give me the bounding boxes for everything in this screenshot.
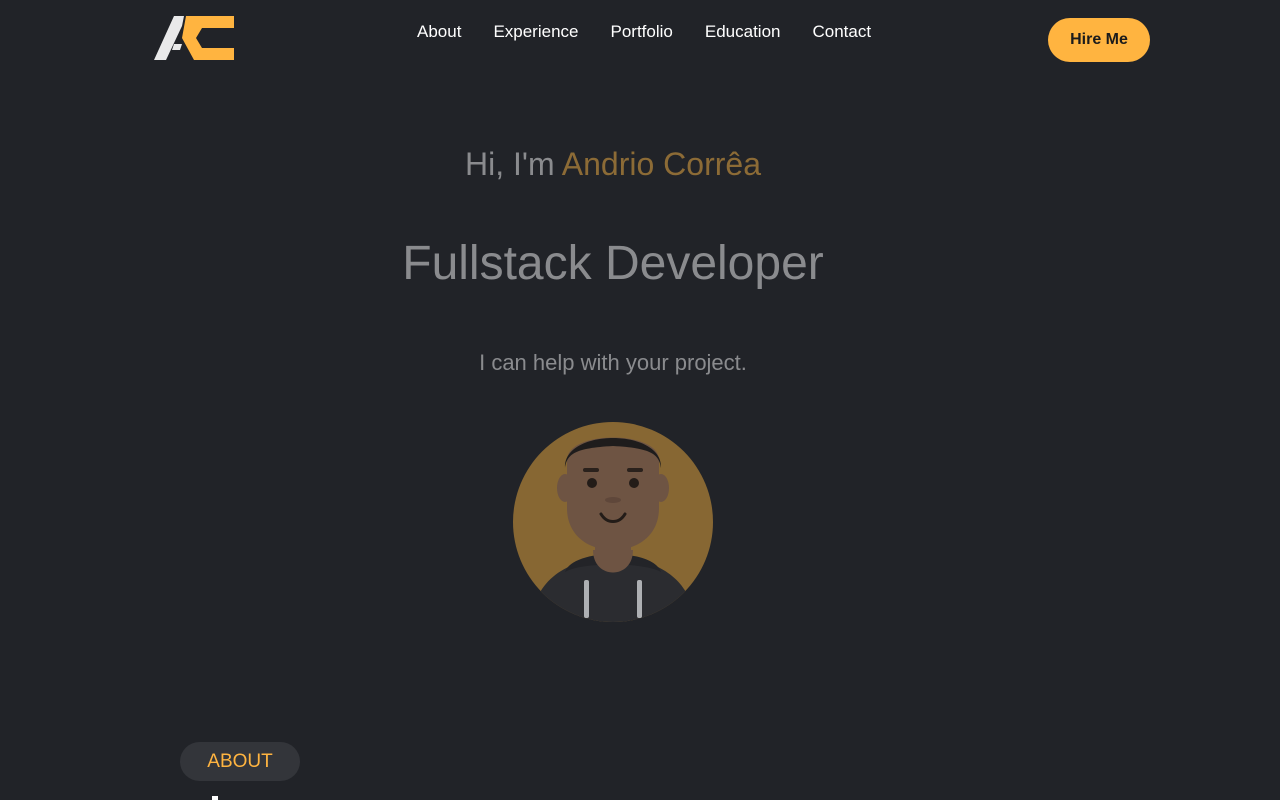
hero-greeting: Hi, I'm Andrio Corrêa <box>0 142 1226 186</box>
about-heading-peek <box>212 796 218 800</box>
greeting-prefix: Hi, I'm <box>465 146 562 182</box>
portfolio-page: About Experience Portfolio Education Con… <box>0 0 1280 800</box>
nav-contact[interactable]: Contact <box>797 20 888 44</box>
developer-avatar-icon <box>513 420 713 622</box>
nav-portfolio[interactable]: Portfolio <box>595 20 689 44</box>
hero-name: Andrio Corrêa <box>561 146 761 182</box>
nav-about[interactable]: About <box>401 20 477 44</box>
nav-experience[interactable]: Experience <box>477 20 594 44</box>
ac-logo-icon[interactable] <box>152 14 236 64</box>
hero-tagline: I can help with your project. <box>479 350 747 375</box>
about-section-tag: ABOUT <box>180 742 300 781</box>
hero-role: Fullstack Developer <box>402 237 824 290</box>
hire-me-button[interactable]: Hire Me <box>1048 18 1150 62</box>
nav-education[interactable]: Education <box>689 20 797 44</box>
main-nav: About Experience Portfolio Education Con… <box>401 20 887 44</box>
